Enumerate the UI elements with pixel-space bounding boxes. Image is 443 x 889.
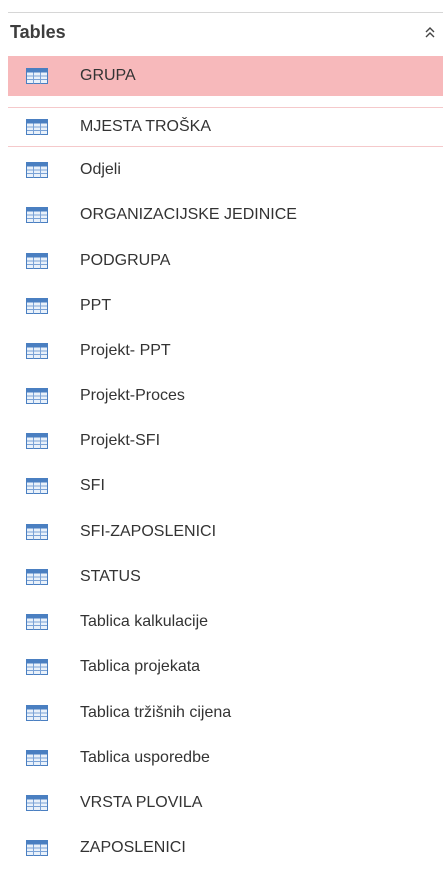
list-item-label: STATUS: [80, 567, 141, 585]
table-icon: [26, 297, 48, 314]
list-item-label: Projekt- PPT: [80, 341, 171, 359]
table-icon: [26, 839, 48, 856]
table-icon: [26, 432, 48, 449]
list-item-label: Tablica projekata: [80, 657, 201, 675]
group-title: Tables: [10, 22, 66, 42]
list-item[interactable]: Tablica usporedbe: [8, 740, 443, 775]
list-item[interactable]: MJESTA TROŠKA: [8, 107, 443, 147]
list-item-label: PODGRUPA: [80, 251, 171, 269]
table-icon: [26, 658, 48, 675]
list-item[interactable]: Tablica kalkulacije: [8, 604, 443, 639]
list-item-label: ORGANIZACIJSKE JEDINICE: [80, 205, 297, 223]
list-item[interactable]: Projekt- PPT: [8, 333, 443, 368]
tables-group-header[interactable]: Tables: [8, 12, 443, 42]
list-item-label: Tablica tržišnih cijena: [80, 703, 232, 721]
table-icon: [26, 613, 48, 630]
table-icon: [26, 342, 48, 359]
double-chevron-up-icon[interactable]: [423, 24, 437, 40]
list-item[interactable]: GRUPA: [8, 56, 443, 96]
list-item-label: GRUPA: [80, 67, 136, 84]
list-item[interactable]: STATUS: [8, 559, 443, 594]
table-icon: [26, 523, 48, 540]
table-icon: [26, 794, 48, 811]
list-item-label: Projekt-Proces: [80, 386, 185, 404]
list-item-label: MJESTA TROŠKA: [80, 118, 211, 135]
list-item[interactable]: PODGRUPA: [8, 243, 443, 278]
list-item[interactable]: Odjeli: [8, 152, 443, 187]
list-item-label: Odjeli: [80, 160, 121, 178]
table-icon: [26, 568, 48, 585]
table-icon: [26, 119, 48, 135]
list-item-label: Projekt-SFI: [80, 431, 161, 449]
table-icon: [26, 68, 48, 84]
list-item-label: PPT: [80, 296, 112, 314]
list-item-label: Tablica kalkulacije: [80, 612, 209, 630]
list-item[interactable]: SFI: [8, 468, 443, 503]
list-item[interactable]: PPT: [8, 288, 443, 323]
list-item[interactable]: Projekt-SFI: [8, 423, 443, 458]
list-item[interactable]: ZAPOSLENICI: [8, 830, 443, 865]
table-icon: [26, 206, 48, 223]
list-item[interactable]: SFI-ZAPOSLENICI: [8, 514, 443, 549]
navigation-pane: Tables GRUPA MJESTA TROŠKA Odjeli ORGANIZAC…: [0, 0, 443, 889]
list-item-label: ZAPOSLENICI: [80, 838, 186, 856]
list-item-label: SFI-ZAPOSLENICI: [80, 522, 217, 540]
list-item[interactable]: Tablica projekata: [8, 649, 443, 684]
table-icon: [26, 252, 48, 269]
list-item[interactable]: Projekt-Proces: [8, 378, 443, 413]
list-item-label: SFI: [80, 476, 105, 494]
list-item[interactable]: ORGANIZACIJSKE JEDINICE: [8, 197, 443, 232]
table-icon: [26, 161, 48, 178]
table-icon: [26, 477, 48, 494]
list-item[interactable]: Tablica tržišnih cijena: [8, 695, 443, 730]
list-item-label: Tablica usporedbe: [80, 748, 210, 766]
list-item[interactable]: VRSTA PLOVILA: [8, 785, 443, 820]
table-icon: [26, 704, 48, 721]
table-icon: [26, 749, 48, 766]
table-icon: [26, 387, 48, 404]
list-item-label: VRSTA PLOVILA: [80, 793, 203, 811]
